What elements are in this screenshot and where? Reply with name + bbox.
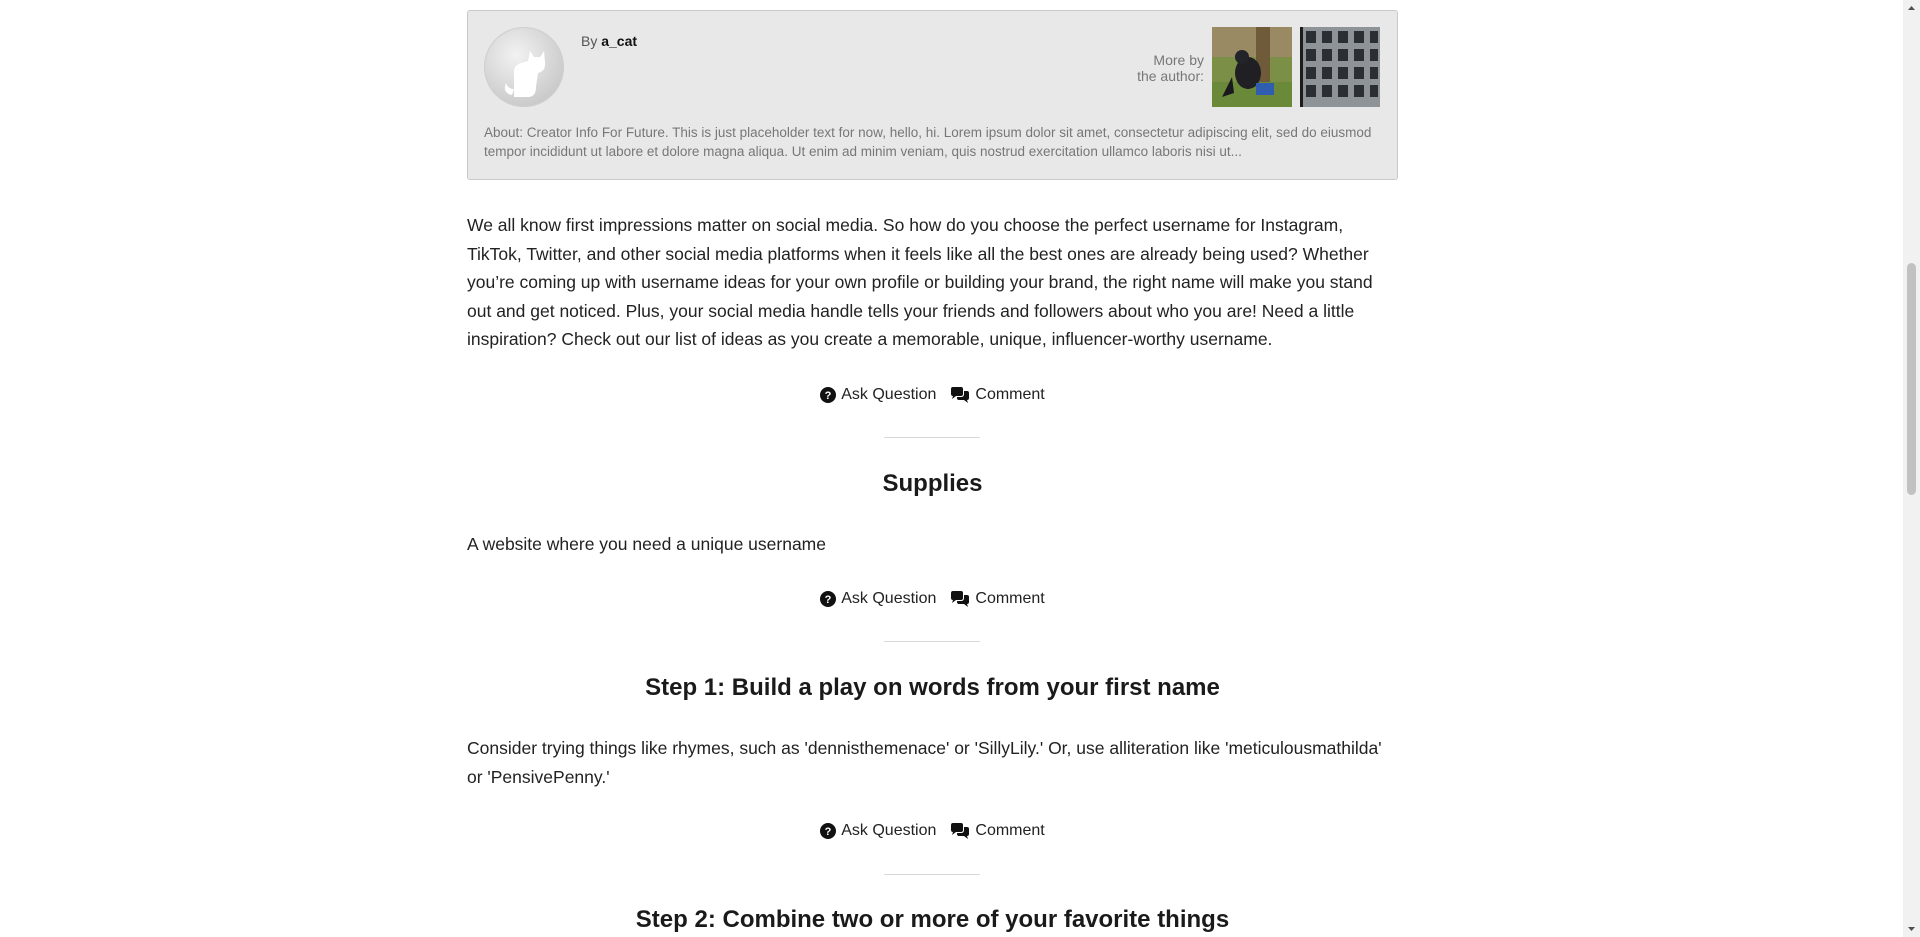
supplies-text: A website where you need a unique userna… bbox=[467, 534, 826, 554]
section-title-step-2: Step 2: Combine two or more of your favo… bbox=[635, 906, 1230, 933]
page-scrollbar[interactable] bbox=[1903, 0, 1920, 937]
question-circle-icon: ? bbox=[820, 823, 837, 839]
building-photo bbox=[1300, 27, 1380, 107]
author-byline: By a_cat bbox=[581, 33, 637, 49]
ask-question-label: Ask Question bbox=[841, 822, 937, 839]
section-divider bbox=[884, 874, 980, 875]
step-1-actions: ? Ask Question Comment bbox=[467, 822, 1398, 840]
more-by-thumbnail-building[interactable] bbox=[1300, 27, 1380, 107]
section-title-step-1: Step 1: Build a play on words from your … bbox=[645, 674, 1220, 701]
comments-icon bbox=[951, 387, 970, 403]
ask-question-button[interactable]: ? Ask Question bbox=[820, 590, 936, 608]
supplies-actions: ? Ask Question Comment bbox=[467, 590, 1398, 608]
ask-question-button[interactable]: ? Ask Question bbox=[820, 386, 936, 404]
more-by-line1: More by bbox=[1153, 52, 1204, 68]
author-info-box: By a_cat More by the author: About: Crea… bbox=[467, 10, 1398, 180]
scroll-down-arrow-icon[interactable] bbox=[1903, 920, 1920, 937]
bird-photo bbox=[1212, 27, 1292, 107]
author-name-link[interactable]: a_cat bbox=[601, 33, 637, 49]
comment-label: Comment bbox=[975, 590, 1045, 607]
author-avatar[interactable] bbox=[484, 27, 564, 107]
comment-button[interactable]: Comment bbox=[950, 822, 1045, 840]
comment-button[interactable]: Comment bbox=[950, 590, 1045, 608]
cat-avatar-icon bbox=[504, 51, 546, 97]
question-circle-icon: ? bbox=[820, 591, 837, 607]
comment-label: Comment bbox=[975, 386, 1045, 403]
comments-icon bbox=[951, 823, 970, 839]
intro-paragraph: We all know first impressions matter on … bbox=[467, 215, 1373, 350]
comment-button[interactable]: Comment bbox=[950, 386, 1045, 404]
svg-text:?: ? bbox=[825, 594, 832, 606]
ask-question-button[interactable]: ? Ask Question bbox=[820, 822, 936, 840]
ask-question-label: Ask Question bbox=[841, 386, 937, 403]
scroll-up-arrow-icon[interactable] bbox=[1903, 0, 1920, 17]
section-title-supplies: Supplies bbox=[882, 470, 983, 497]
section-divider bbox=[884, 437, 980, 438]
more-by-author-label: More by the author: bbox=[1114, 52, 1204, 84]
svg-text:?: ? bbox=[825, 826, 832, 838]
intro-actions: ? Ask Question Comment bbox=[467, 386, 1398, 404]
svg-text:?: ? bbox=[825, 390, 832, 402]
scrollbar-thumb[interactable] bbox=[1907, 263, 1916, 495]
step-1-text: Consider trying things like rhymes, such… bbox=[467, 738, 1382, 787]
ask-question-label: Ask Question bbox=[841, 590, 937, 607]
author-about-text: About: Creator Info For Future. This is … bbox=[484, 125, 1372, 159]
comment-label: Comment bbox=[975, 822, 1045, 839]
comments-icon bbox=[951, 591, 970, 607]
more-by-thumbnail-bird[interactable] bbox=[1212, 27, 1292, 107]
section-divider bbox=[884, 641, 980, 642]
by-label: By bbox=[581, 33, 598, 49]
question-circle-icon: ? bbox=[820, 387, 837, 403]
more-by-line2: the author: bbox=[1137, 68, 1204, 84]
